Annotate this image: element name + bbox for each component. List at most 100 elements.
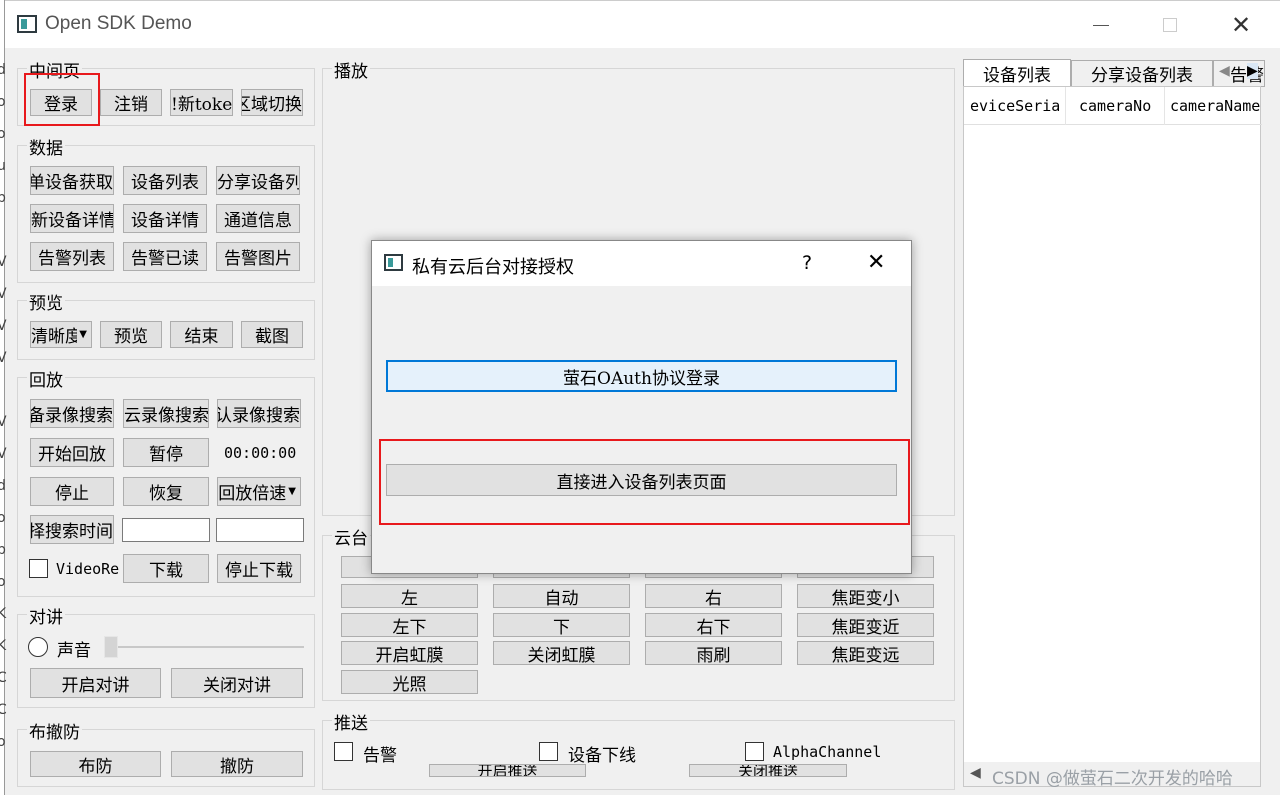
background-window-char: p — [0, 190, 6, 206]
preview-button[interactable]: 预览 — [100, 321, 162, 348]
close-icon[interactable]: ✕ — [1231, 11, 1251, 39]
single-device-button[interactable]: 单设备获取 — [30, 166, 114, 195]
ptz-left-button[interactable]: 左 — [341, 584, 478, 608]
definition-select[interactable]: 清晰度切换 ▼ — [30, 321, 92, 348]
background-window-char: o — [0, 574, 6, 590]
tab-scroll-left-icon[interactable]: ◀ — [1219, 63, 1230, 79]
device-table: eviceSeria cameraNo cameraName ◀ — [963, 86, 1262, 787]
ptz-light-button[interactable]: 光照 — [341, 670, 478, 694]
open-talk-button[interactable]: 开启对讲 — [30, 668, 161, 698]
defense-group-title: 布撤防 — [27, 718, 82, 743]
arm-button[interactable]: 布防 — [30, 751, 161, 777]
background-window-char: o — [0, 734, 6, 750]
window-title: Open SDK Demo — [45, 13, 192, 34]
background-window-char: J — [0, 30, 1, 46]
right-tab-bar: 设备列表 分享设备列表 告警 ◀ ▶ — [963, 59, 1268, 87]
push-alpha-label: AlphaChannel — [773, 743, 882, 761]
column-header[interactable]: cameraName — [1170, 97, 1262, 115]
scroll-left-icon[interactable]: ◀ — [970, 765, 981, 781]
close-talk-button[interactable]: 关闭对讲 — [171, 668, 303, 698]
device-record-search-button[interactable]: 设备录像搜索 — [30, 399, 114, 428]
tab-share-device-list[interactable]: 分享设备列表 — [1071, 60, 1213, 87]
background-window-edge: JdoouplVVVVlVVdopoKKCCo — [0, 0, 7, 795]
preview-group-title: 预览 — [27, 289, 65, 314]
start-time-input[interactable] — [122, 518, 210, 542]
logout-button[interactable]: 注销 — [100, 89, 162, 116]
background-window-char: o — [0, 126, 6, 142]
definition-select-label: 清晰度切换 — [31, 327, 77, 347]
stop-preview-button[interactable]: 结束 — [170, 321, 233, 348]
dialog-title-bar: 私有云后台对接授权 ? ✕ — [372, 241, 911, 286]
push-alpha-checkbox[interactable] — [745, 742, 764, 761]
alarm-list-button[interactable]: 告警列表 — [30, 242, 114, 271]
push-alarm-checkbox[interactable] — [334, 742, 353, 761]
device-detail-button[interactable]: 设备详情 — [123, 204, 207, 233]
stop-playback-button[interactable]: 停止 — [30, 477, 114, 506]
playback-speed-select[interactable]: 回放倍速 ▼ — [217, 477, 301, 506]
ptz-iris-close-button[interactable]: 关闭虹膜 — [493, 641, 630, 665]
ptz-auto-button[interactable]: 自动 — [493, 584, 630, 608]
end-time-input[interactable] — [216, 518, 304, 542]
ptz-zoom-small-button[interactable]: 焦距变小 — [797, 584, 934, 608]
minimize-icon[interactable] — [1093, 25, 1109, 26]
maximize-icon[interactable] — [1163, 18, 1177, 32]
start-playback-button[interactable]: 开始回放 — [30, 438, 114, 467]
playback-speed-label: 回放倍速 — [218, 484, 287, 504]
channel-info-button[interactable]: 通道信息 — [216, 204, 300, 233]
dialog-close-icon[interactable]: ✕ — [867, 250, 885, 275]
cloud-record-search-button[interactable]: 云录像搜索 — [123, 399, 209, 428]
background-window-char: u — [0, 158, 6, 174]
tab-device-list[interactable]: 设备列表 — [963, 59, 1071, 87]
column-header[interactable]: cameraNo — [1079, 97, 1151, 115]
background-window-char: V — [0, 350, 7, 366]
data-group-title: 数据 — [27, 134, 65, 159]
start-push-button[interactable]: 开启推送 — [429, 764, 586, 777]
share-list-button[interactable]: 分享设备列表 — [216, 166, 300, 195]
stop-push-button[interactable]: 关闭推送 — [689, 764, 847, 777]
download-button[interactable]: 下载 — [123, 554, 209, 583]
background-window-char: o — [0, 510, 6, 526]
ptz-iris-open-button[interactable]: 开启虹膜 — [341, 641, 478, 665]
stop-download-button[interactable]: 停止下载 — [217, 554, 301, 583]
ptz-left-down-button[interactable]: 左下 — [341, 613, 478, 637]
disarm-button[interactable]: 撤防 — [171, 751, 303, 777]
alarm-picture-button[interactable]: 告警图片 — [216, 242, 300, 271]
tab-scroll-right-icon[interactable]: ▶ — [1247, 63, 1258, 79]
default-record-search-button[interactable]: 默认录像搜索 — [217, 399, 301, 428]
refresh-token-button[interactable]: !新toke — [170, 89, 233, 116]
login-highlight — [24, 73, 100, 126]
new-device-detail-button[interactable]: 新设备详情 — [30, 204, 114, 233]
select-search-time-button[interactable]: 选择搜索时间 — [30, 515, 114, 544]
background-window-char: o — [0, 94, 6, 110]
alarm-read-button[interactable]: 告警已读 — [123, 242, 207, 271]
background-window-char: d — [0, 478, 6, 494]
oauth-login-button[interactable]: 萤石OAuth协议登录 — [386, 360, 897, 392]
ptz-focus-near-button[interactable]: 焦距变近 — [797, 613, 934, 637]
ptz-group-title: 云台 — [332, 524, 370, 549]
ptz-wiper-button[interactable]: 雨刷 — [645, 641, 782, 665]
resume-button[interactable]: 恢复 — [123, 477, 209, 506]
sound-radio[interactable] — [28, 637, 48, 657]
direct-button-highlight — [379, 439, 910, 525]
device-list-button[interactable]: 设备列表 — [123, 166, 207, 195]
ptz-right-button[interactable]: 右 — [645, 584, 782, 608]
region-switch-button[interactable]: 区域切换 — [241, 89, 303, 116]
push-group-title: 推送 — [332, 709, 370, 734]
help-icon[interactable]: ? — [802, 252, 812, 274]
pause-button[interactable]: 暂停 — [123, 438, 209, 467]
screenshot-button[interactable]: 截图 — [241, 321, 303, 348]
volume-slider-handle[interactable] — [104, 636, 118, 658]
background-window-char: d — [0, 62, 6, 78]
volume-slider-track[interactable] — [104, 646, 304, 648]
ptz-right-down-button[interactable]: 右下 — [645, 613, 782, 637]
video-record-checkbox[interactable] — [29, 559, 48, 578]
push-offline-label: 设备下线 — [568, 746, 636, 766]
ptz-down-button[interactable]: 下 — [493, 613, 630, 637]
ptz-focus-far-button[interactable]: 焦距变远 — [797, 641, 934, 665]
video-record-label: VideoRe — [56, 560, 120, 578]
push-offline-checkbox[interactable] — [539, 742, 558, 761]
background-window-char: V — [0, 414, 7, 430]
background-window-char: V — [0, 254, 7, 270]
column-header[interactable]: eviceSeria — [970, 97, 1062, 115]
background-window-char: C — [0, 702, 7, 718]
